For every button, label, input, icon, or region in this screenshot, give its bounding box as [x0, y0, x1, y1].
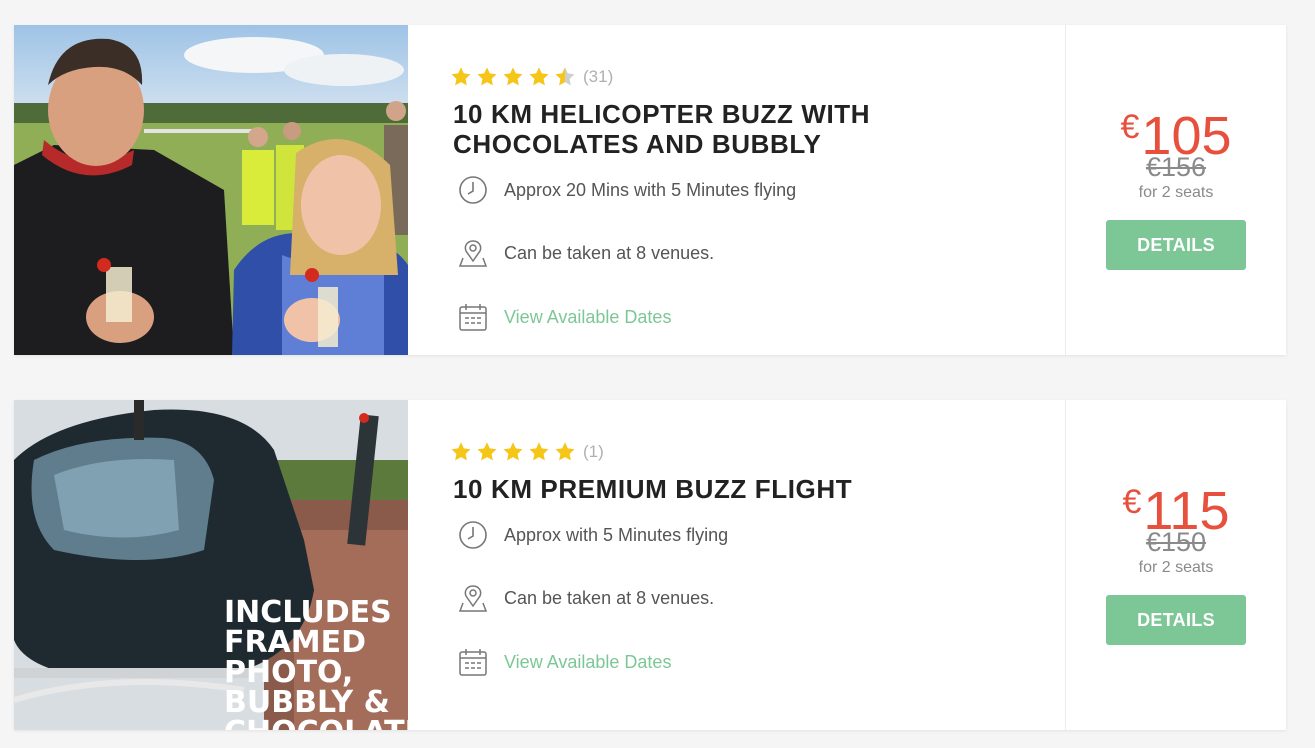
- details-button[interactable]: DETAILS: [1106, 595, 1246, 645]
- map-pin-icon: [458, 240, 488, 267]
- experience-title[interactable]: 10 KM PREMIUM BUZZ FLIGHT: [453, 474, 1013, 504]
- currency-symbol: €: [1122, 483, 1142, 521]
- star-rating: (31): [450, 66, 613, 88]
- review-count: (31): [583, 67, 614, 86]
- experience-photo[interactable]: [14, 25, 408, 355]
- star-icon: [451, 442, 471, 461]
- currency-symbol: €: [1120, 108, 1140, 146]
- experience-title[interactable]: 10 KM HELICOPTER BUZZ WITH CHOCOLATES AN…: [453, 99, 1013, 159]
- experience-info: (1) 10 KM PREMIUM BUZZ FLIGHT Approx wit…: [408, 400, 1065, 730]
- half-star-icon: [555, 67, 575, 86]
- star-icon: [503, 442, 523, 461]
- duration-row: Approx with 5 Minutes flying: [458, 520, 728, 550]
- details-button[interactable]: DETAILS: [1106, 220, 1246, 270]
- experience-card: (31) 10 KM HELICOPTER BUZZ WITH CHOCOLAT…: [14, 25, 1286, 355]
- experience-photo[interactable]: INCLUDES FRAMED PHOTO, BUBBLY & CHOCOLAT…: [14, 400, 408, 730]
- star-icon: [529, 67, 549, 86]
- svg-text:CHOCOLATE: CHOCOLATE: [224, 715, 408, 730]
- venues-text: Can be taken at 8 venues.: [504, 242, 715, 263]
- seats-label: for 2 seats: [1138, 184, 1214, 201]
- experience-info: (31) 10 KM HELICOPTER BUZZ WITH CHOCOLAT…: [408, 25, 1065, 355]
- duration-text: Approx 20 Mins with 5 Minutes flying: [504, 179, 797, 200]
- venues-row: Can be taken at 8 venues.: [458, 238, 714, 268]
- old-price: €156: [1145, 152, 1207, 182]
- star-icon: [555, 442, 575, 461]
- calendar-icon: [459, 304, 487, 331]
- star-rating: (1): [450, 441, 604, 463]
- star-icon: [503, 67, 523, 86]
- star-icon: [529, 442, 549, 461]
- duration-row: Approx 20 Mins with 5 Minutes flying: [458, 175, 796, 205]
- review-count: (1): [583, 442, 604, 461]
- duration-text: Approx with 5 Minutes flying: [504, 524, 729, 545]
- dates-row[interactable]: View Available Dates: [458, 302, 671, 332]
- star-icon: [451, 67, 471, 86]
- seats-label: for 2 seats: [1138, 559, 1214, 576]
- calendar-icon: [459, 649, 487, 676]
- star-icon: [477, 67, 497, 86]
- old-price: €150: [1145, 527, 1207, 557]
- star-icon: [477, 442, 497, 461]
- venues-text: Can be taken at 8 venues.: [504, 587, 715, 608]
- price-box: €115 €150 for 2 seats DETAILS: [1065, 400, 1286, 730]
- view-available-dates-link[interactable]: View Available Dates: [504, 307, 671, 328]
- price-box: €105 €156 for 2 seats DETAILS: [1065, 25, 1286, 355]
- experience-card: INCLUDES FRAMED PHOTO, BUBBLY & CHOCOLAT…: [14, 400, 1286, 730]
- venues-row: Can be taken at 8 venues.: [458, 583, 714, 613]
- dates-row[interactable]: View Available Dates: [458, 647, 671, 677]
- clock-icon: [459, 521, 487, 549]
- clock-icon: [459, 176, 487, 204]
- map-pin-icon: [458, 585, 488, 612]
- view-available-dates-link[interactable]: View Available Dates: [504, 652, 671, 673]
